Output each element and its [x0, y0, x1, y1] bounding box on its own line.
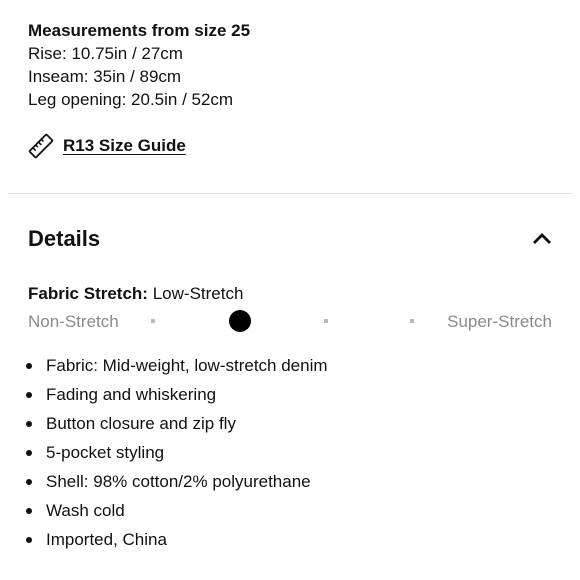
scale-step-dot — [324, 319, 328, 323]
fabric-stretch-key: Fabric Stretch: — [28, 284, 148, 303]
list-item: Wash cold — [26, 496, 328, 525]
bullet-dot — [26, 363, 32, 369]
list-item: 5-pocket styling — [26, 438, 328, 467]
fabric-stretch-value: Low-Stretch — [152, 284, 244, 303]
details-accordion-header[interactable]: Details — [28, 222, 554, 256]
scale-max-label: Super-Stretch — [447, 312, 552, 331]
list-item: Fabric: Mid-weight, low-stretch denim — [26, 351, 328, 380]
measurement-rise: Rise: 10.75in / 27cm — [28, 44, 183, 63]
chevron-up-icon[interactable] — [530, 227, 554, 251]
scale-selected-knob — [229, 310, 251, 332]
bullet-dot — [26, 537, 32, 543]
list-item: Imported, China — [26, 525, 328, 554]
fabric-stretch-row: Fabric Stretch: Low-Stretch — [28, 283, 243, 305]
bullet-dot — [26, 450, 32, 456]
measurements-heading: Measurements from size 25 — [28, 21, 251, 40]
size-guide-label: R13 Size Guide — [63, 136, 186, 155]
bullet-dot — [26, 392, 32, 398]
stretch-scale: Non-Stretch Super-Stretch — [28, 310, 552, 334]
scale-step-dot — [410, 319, 414, 323]
list-item-text: Shell: 98% cotton/2% polyurethane — [46, 472, 311, 491]
list-item: Shell: 98% cotton/2% polyurethane — [26, 467, 328, 496]
list-item-text: Wash cold — [46, 501, 125, 520]
list-item-text: Button closure and zip fly — [46, 414, 236, 433]
size-guide-link[interactable]: R13 Size Guide — [28, 133, 186, 159]
scale-step-dot — [151, 319, 155, 323]
section-divider — [8, 193, 572, 194]
bullet-dot — [26, 508, 32, 514]
list-item: Fading and whiskering — [26, 380, 328, 409]
measurements-section: Measurements from size 25 Rise: 10.75in … — [28, 19, 250, 111]
list-item-text: Imported, China — [46, 530, 167, 549]
scale-min-label: Non-Stretch — [28, 312, 119, 331]
bullet-dot — [26, 479, 32, 485]
measurement-inseam: Inseam: 35in / 89cm — [28, 67, 182, 86]
details-title: Details — [28, 226, 101, 251]
list-item-text: Fabric: Mid-weight, low-stretch denim — [46, 356, 328, 375]
list-item: Button closure and zip fly — [26, 409, 328, 438]
measurement-leg-opening: Leg opening: 20.5in / 52cm — [28, 90, 234, 109]
ruler-icon — [28, 133, 54, 159]
list-item-text: 5-pocket styling — [46, 443, 165, 462]
list-item-text: Fading and whiskering — [46, 385, 217, 404]
details-list: Fabric: Mid-weight, low-stretch denim Fa… — [26, 351, 328, 554]
bullet-dot — [26, 421, 32, 427]
